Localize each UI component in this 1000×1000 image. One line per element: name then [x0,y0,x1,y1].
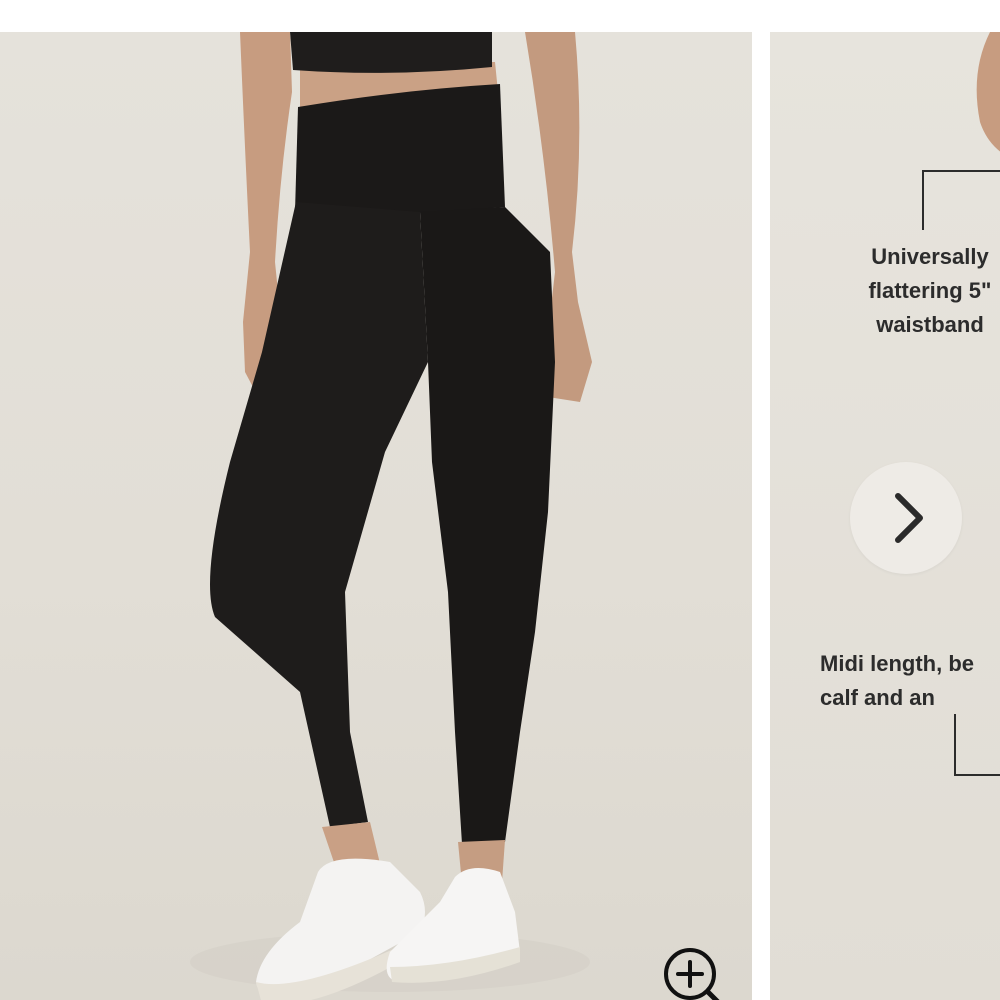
next-slide-button[interactable] [850,462,962,574]
top-bar [0,0,1000,32]
callout-line-bottom-horizontal [954,774,1000,776]
model-arm-crop [976,32,1000,152]
callout-length: Midi length, be calf and an [820,651,974,710]
chevron-right-icon [895,493,923,543]
feature-callout-slide[interactable]: Universally flattering 5" waistband Midi… [770,32,1000,1000]
callout-waistband: Universally flattering 5" waistband [868,244,992,337]
slide-gap [752,32,770,1000]
product-photo [190,32,592,1000]
product-image-slide[interactable] [0,32,752,1000]
zoom-in-icon[interactable] [660,944,730,1000]
callout-line-top-vertical [922,170,924,230]
callout-line-bottom-vertical [954,714,956,776]
callout-line-top-horizontal [922,170,1000,172]
